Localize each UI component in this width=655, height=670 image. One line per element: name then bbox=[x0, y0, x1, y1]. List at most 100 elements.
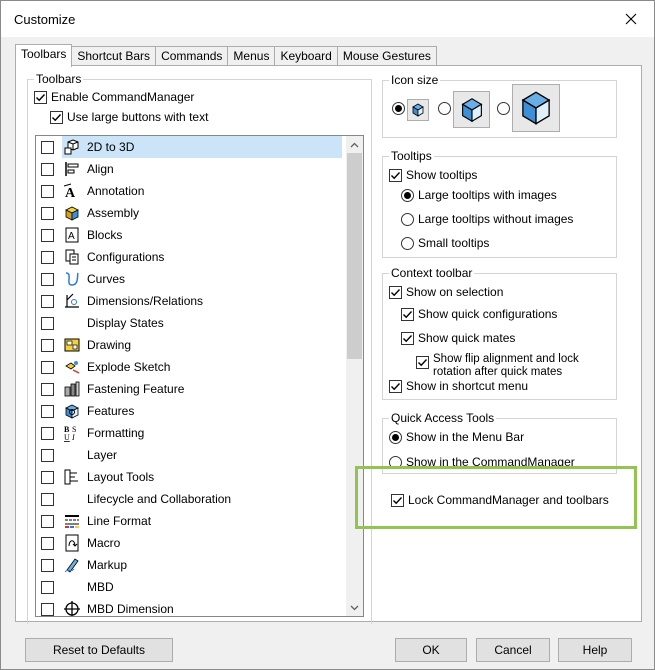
icon-size-medium-preview[interactable] bbox=[453, 91, 490, 128]
scroll-up-arrow[interactable] bbox=[346, 136, 363, 153]
toolbar-item-checkbox[interactable] bbox=[41, 294, 54, 308]
show-in-shortcut-menu-label: Show in shortcut menu bbox=[406, 379, 529, 393]
show-tooltips-checkbox[interactable] bbox=[389, 168, 402, 182]
toolbar-list-item[interactable]: Assembly bbox=[36, 202, 346, 224]
toolbar-item-checkbox[interactable] bbox=[41, 250, 54, 264]
toolbar-item-checkbox[interactable] bbox=[41, 602, 54, 616]
toolbar-item-checkbox[interactable] bbox=[41, 448, 54, 462]
show-on-selection-checkbox[interactable] bbox=[389, 285, 402, 299]
toolbar-list-item[interactable]: MBD Dimension bbox=[36, 598, 346, 616]
use-large-buttons-checkbox[interactable] bbox=[50, 110, 63, 124]
show-quick-configurations-checkbox[interactable] bbox=[401, 307, 414, 321]
toolbar-list-item[interactable]: B S U I Formatting bbox=[36, 422, 346, 444]
toolbar-list-item[interactable]: Explode Sketch bbox=[36, 356, 346, 378]
show-flip-alignment-row[interactable]: Show flip alignment and lock rotation aft… bbox=[416, 353, 579, 379]
checkmark-icon bbox=[403, 334, 413, 342]
show-flip-alignment-checkbox[interactable] bbox=[416, 356, 429, 369]
toolbar-list-item[interactable]: A Blocks bbox=[36, 224, 346, 246]
toolbar-list-item[interactable]: Fastening Feature bbox=[36, 378, 346, 400]
toolbar-item-checkbox[interactable] bbox=[41, 382, 54, 396]
toolbar-item-checkbox[interactable] bbox=[41, 514, 54, 528]
large-tooltips-images-radio[interactable] bbox=[401, 188, 414, 202]
toolbar-item-checkbox[interactable] bbox=[41, 162, 54, 176]
show-in-menu-bar-radio[interactable] bbox=[389, 430, 402, 444]
tab-toolbars[interactable]: Toolbars bbox=[15, 44, 73, 67]
toolbar-item-label: Configurations bbox=[87, 250, 165, 264]
icon-size-large-radio[interactable] bbox=[497, 102, 510, 115]
toolbar-list-item[interactable]: Lifecycle and Collaboration bbox=[36, 488, 346, 510]
show-in-shortcut-menu-checkbox[interactable] bbox=[389, 379, 402, 393]
toolbar-list-item[interactable]: Curves bbox=[36, 268, 346, 290]
show-in-shortcut-menu-row[interactable]: Show in shortcut menu bbox=[389, 379, 528, 393]
cancel-button[interactable]: Cancel bbox=[476, 638, 550, 662]
toolbar-list-item[interactable]: A Annotation bbox=[36, 180, 346, 202]
large-tooltips-images-row[interactable]: Large tooltips with images bbox=[401, 188, 557, 202]
show-on-selection-row[interactable]: Show on selection bbox=[389, 285, 503, 299]
toolbar-item-checkbox[interactable] bbox=[41, 316, 54, 330]
toolbar-list-item[interactable]: Align bbox=[36, 158, 346, 180]
help-button[interactable]: Help bbox=[558, 638, 632, 662]
toolbar-item-checkbox[interactable] bbox=[41, 184, 54, 198]
toolbars-list-scrollbar[interactable] bbox=[346, 136, 363, 616]
scroll-down-arrow[interactable] bbox=[346, 599, 363, 616]
small-tooltips-radio[interactable] bbox=[401, 236, 414, 250]
enable-commandmanager-checkbox[interactable] bbox=[34, 90, 47, 104]
small-tooltips-row[interactable]: Small tooltips bbox=[401, 236, 489, 250]
toolbar-list-item[interactable]: MBD bbox=[36, 576, 346, 598]
close-button[interactable] bbox=[608, 1, 654, 37]
show-in-commandmanager-row[interactable]: Show in the CommandManager bbox=[389, 455, 575, 469]
show-in-commandmanager-radio[interactable] bbox=[389, 455, 402, 469]
show-quick-mates-checkbox[interactable] bbox=[401, 331, 414, 345]
use-large-buttons-row[interactable]: Use large buttons with text bbox=[50, 110, 208, 124]
toolbar-item-checkbox[interactable] bbox=[41, 360, 54, 374]
tab-menus[interactable]: Menus bbox=[227, 46, 275, 66]
lock-commandmanager-row[interactable]: Lock CommandManager and toolbars bbox=[391, 493, 609, 507]
toolbar-list-item[interactable]: Features bbox=[36, 400, 346, 422]
toolbar-item-checkbox[interactable] bbox=[41, 228, 54, 242]
icon-size-small-preview[interactable] bbox=[407, 99, 429, 121]
toolbar-item-checkbox[interactable] bbox=[41, 140, 54, 154]
2d-to-3d-icon bbox=[62, 137, 82, 157]
toolbar-item-checkbox[interactable] bbox=[41, 272, 54, 286]
toolbar-item-checkbox[interactable] bbox=[41, 206, 54, 220]
toolbar-item-checkbox[interactable] bbox=[41, 580, 54, 594]
toolbar-list-item[interactable]: Macro bbox=[36, 532, 346, 554]
toolbar-list-item[interactable]: Dimensions/Relations bbox=[36, 290, 346, 312]
tab-keyboard[interactable]: Keyboard bbox=[274, 46, 337, 66]
toolbar-list-item[interactable]: Markup bbox=[36, 554, 346, 576]
toolbar-item-checkbox[interactable] bbox=[41, 470, 54, 484]
large-tooltips-no-images-radio[interactable] bbox=[401, 212, 414, 226]
show-in-menu-bar-row[interactable]: Show in the Menu Bar bbox=[389, 430, 524, 444]
toolbar-list-item[interactable]: Display States bbox=[36, 312, 346, 334]
icon-size-medium-radio[interactable] bbox=[438, 102, 451, 115]
toolbar-item-checkbox[interactable] bbox=[41, 338, 54, 352]
toolbar-list-item[interactable]: Layout Tools bbox=[36, 466, 346, 488]
icon-size-small-radio[interactable] bbox=[392, 102, 405, 115]
tab-shortcut-bars[interactable]: Shortcut Bars bbox=[72, 46, 156, 66]
curves-icon bbox=[62, 269, 82, 289]
scroll-thumb[interactable] bbox=[347, 153, 362, 359]
tab-mouse-gestures[interactable]: Mouse Gestures bbox=[336, 46, 437, 66]
mbd-dimension-icon bbox=[62, 599, 82, 616]
show-quick-configurations-row[interactable]: Show quick configurations bbox=[401, 307, 557, 321]
toolbar-list-item[interactable]: 2D to 3D bbox=[36, 136, 346, 158]
tab-commands[interactable]: Commands bbox=[155, 46, 228, 66]
toolbar-item-checkbox[interactable] bbox=[41, 492, 54, 506]
toolbar-item-checkbox[interactable] bbox=[41, 404, 54, 418]
reset-to-defaults-button[interactable]: Reset to Defaults bbox=[25, 638, 173, 662]
lock-commandmanager-checkbox[interactable] bbox=[391, 493, 404, 507]
toolbar-list-item[interactable]: Configurations bbox=[36, 246, 346, 268]
enable-commandmanager-row[interactable]: Enable CommandManager bbox=[34, 90, 194, 104]
ok-button[interactable]: OK bbox=[395, 638, 467, 662]
toolbar-list-item[interactable]: Line Format bbox=[36, 510, 346, 532]
toolbar-list-item[interactable]: Layer bbox=[36, 444, 346, 466]
toolbar-item-checkbox[interactable] bbox=[41, 426, 54, 440]
toolbar-item-checkbox[interactable] bbox=[41, 558, 54, 572]
large-tooltips-no-images-row[interactable]: Large tooltips without images bbox=[401, 212, 573, 226]
toolbar-list-item[interactable]: Drawing bbox=[36, 334, 346, 356]
show-tooltips-row[interactable]: Show tooltips bbox=[389, 168, 477, 182]
toolbar-item-label-wrap: Layer bbox=[62, 444, 342, 466]
icon-size-large-preview[interactable] bbox=[512, 84, 560, 132]
show-quick-mates-row[interactable]: Show quick mates bbox=[401, 331, 515, 345]
toolbar-item-checkbox[interactable] bbox=[41, 536, 54, 550]
